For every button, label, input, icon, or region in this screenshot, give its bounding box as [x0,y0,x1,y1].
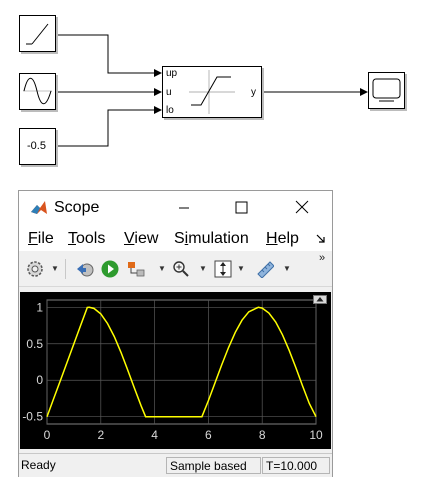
maximize-icon [235,201,248,214]
menu-help[interactable]: Help [266,230,299,248]
window-title: Scope [54,199,100,216]
matlab-logo-icon [30,199,48,217]
ramp-to-up-line [56,34,154,74]
arrow-up-icon [154,69,162,77]
y-tick-label: 0.5 [26,337,43,351]
step-back-icon[interactable] [76,260,94,278]
dock-arrow-icon[interactable] [315,233,327,245]
ramp-block[interactable] [19,15,56,52]
measurement-ruler-icon[interactable] [256,260,274,278]
constant-value: -0.5 [27,140,46,152]
scope-block[interactable] [368,72,405,109]
port-up-label: up [166,68,178,79]
x-tick-label: 6 [205,428,212,442]
x-tick-label: 4 [151,428,158,442]
y-tick-label: -0.5 [22,410,43,424]
port-u-label: u [166,87,172,98]
measurement-dropdown-icon[interactable]: ▼ [283,264,291,274]
maximize-button[interactable] [226,197,256,219]
close-button[interactable] [287,197,317,219]
arrow-u-icon [154,88,162,96]
status-time: T=10.000 [262,457,330,474]
scope-window: Scope File Tools View Simulation Help ▼ … [18,190,333,477]
status-bar: Ready Sample based T=10.000 [19,453,332,477]
title-bar: Scope [19,191,332,225]
signal-selector-icon[interactable] [127,260,145,278]
close-icon [295,200,309,214]
y-tick-label: 1 [36,300,43,314]
constant-to-lo-line [56,109,154,147]
run-icon[interactable] [101,260,119,278]
x-tick-label: 0 [44,428,51,442]
toolbar-separator [65,259,66,279]
plot-area: 0 2 4 6 8 10 -0.5 0 0.5 1 [20,292,331,449]
autoscale-icon[interactable] [214,260,232,278]
toolbar-overflow-icon[interactable]: » [319,253,325,264]
minimize-button[interactable] [169,197,199,219]
minimize-icon [179,207,189,209]
scope-icon [372,78,401,102]
settings-gear-icon[interactable] [26,260,44,278]
menu-file[interactable]: File [28,230,54,248]
toolbar: ▼ ▼ ▼ ▼ ▼ » [19,251,332,287]
saturation-icon [189,70,235,114]
constant-block[interactable]: -0.5 [19,128,56,165]
menu-simulation[interactable]: Simulation [174,230,249,248]
arrow-scope-icon [360,88,368,96]
port-y-label: y [251,87,256,98]
zoom-in-icon[interactable] [172,260,190,278]
zoom-dropdown-icon[interactable]: ▼ [199,264,207,274]
expand-toolbar-icon[interactable] [313,295,327,304]
status-sample-mode: Sample based [166,457,261,474]
signal-dropdown-icon[interactable]: ▼ [158,264,166,274]
x-tick-label: 2 [97,428,104,442]
menu-bar: File Tools View Simulation Help [19,225,332,251]
sine-wave-icon [23,77,52,105]
axes-frame [46,299,317,425]
menu-tools[interactable]: Tools [68,230,105,248]
y-tick-label: 0 [36,373,43,387]
autoscale-dropdown-icon[interactable]: ▼ [237,264,245,274]
status-ready: Ready [21,458,56,472]
sine-wave-block[interactable] [19,73,56,110]
arrow-lo-icon [154,106,162,114]
saturation-dynamic-block[interactable]: up u lo y [162,66,262,118]
x-tick-label: 8 [259,428,266,442]
ramp-icon [26,23,49,45]
port-lo-label: lo [166,105,174,116]
menu-view[interactable]: View [124,230,158,248]
scope-plot: 0 2 4 6 8 10-0.500.51 [22,299,323,442]
x-tick-label: 10 [309,428,323,442]
settings-dropdown-icon[interactable]: ▼ [51,264,59,274]
